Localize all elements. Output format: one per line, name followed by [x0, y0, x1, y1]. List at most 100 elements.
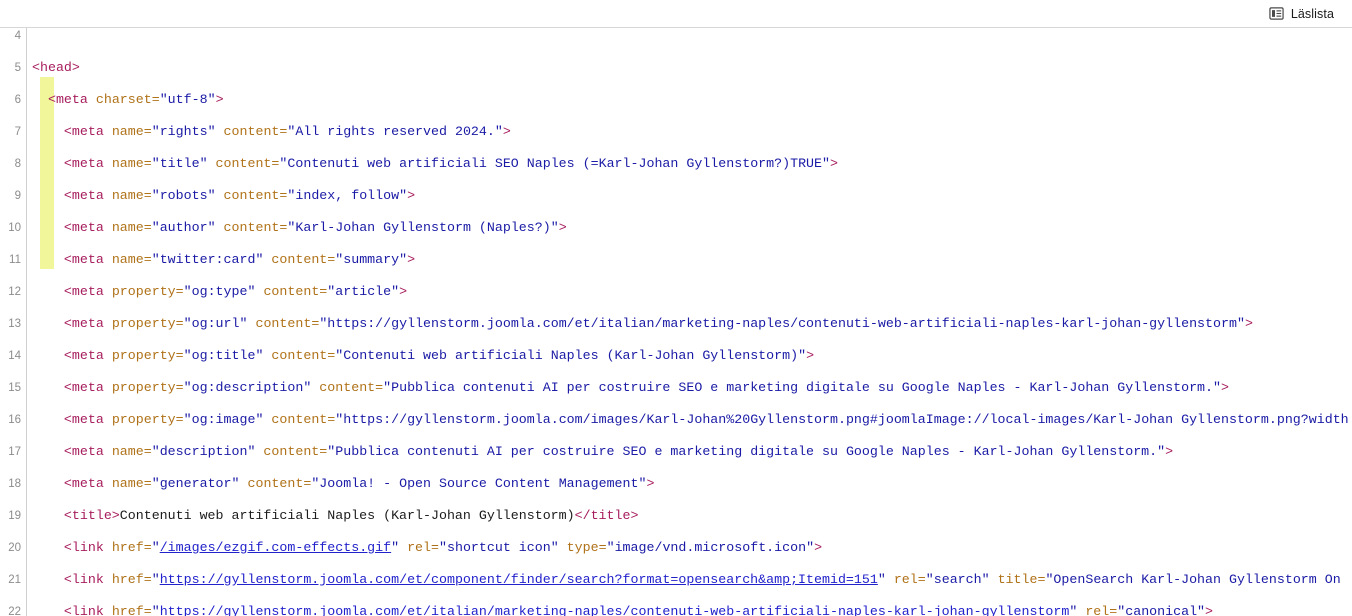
- code-token: property=: [111, 284, 184, 299]
- reading-list-button[interactable]: Läslista: [1265, 3, 1338, 25]
- code-token: name=: [111, 188, 152, 203]
- code-token: content=: [207, 156, 280, 171]
- code-line[interactable]: 8 <meta name="title" content="Contenuti …: [0, 156, 1352, 172]
- code-line[interactable]: 22 <link href="https://gyllenstorm.jooml…: [0, 604, 1352, 616]
- code-text: <meta property="og:url" content="https:/…: [32, 316, 1253, 332]
- code-token: "Karl-Johan Gyllenstorm (Naples?)": [287, 220, 559, 235]
- code-line[interactable]: 21 <link href="https://gyllenstorm.jooml…: [0, 572, 1352, 588]
- code-text: <meta property="og:type" content="articl…: [32, 284, 407, 300]
- line-number: 9: [14, 190, 21, 202]
- code-text: <title>Contenuti web artificiali Naples …: [32, 508, 639, 524]
- code-token: "og:url": [183, 316, 248, 331]
- code-token: ": [391, 540, 400, 555]
- reading-list-label: Läslista: [1290, 6, 1334, 21]
- code-token: <meta: [63, 220, 112, 235]
- code-token: href=: [111, 540, 152, 555]
- code-token: "robots": [151, 188, 216, 203]
- code-token: >: [215, 92, 224, 107]
- line-number: 20: [8, 542, 21, 554]
- code-token: >: [1165, 444, 1174, 459]
- source-link[interactable]: /images/ezgif.com-effects.gif: [160, 540, 391, 555]
- code-line[interactable]: 11 <meta name="twitter:card" content="su…: [0, 252, 1352, 268]
- line-number: 13: [8, 318, 21, 330]
- line-number: 10: [8, 222, 21, 234]
- code-token: content=: [255, 444, 328, 459]
- code-text: <meta name="rights" content="All rights …: [32, 124, 511, 140]
- code-token: property=: [111, 316, 184, 331]
- code-token: "Pubblica contenuti AI per costruire SEO…: [383, 380, 1221, 395]
- code-line[interactable]: 16 <meta property="og:image" content="ht…: [0, 412, 1352, 428]
- code-line[interactable]: 12 <meta property="og:type" content="art…: [0, 284, 1352, 300]
- code-token: rel=: [399, 540, 439, 555]
- code-text: <meta property="og:title" content="Conte…: [32, 348, 814, 364]
- code-token: content=: [247, 316, 320, 331]
- code-line[interactable]: 17 <meta name="description" content="Pub…: [0, 444, 1352, 460]
- code-token: "OpenSearch Karl-Johan Gyllenstorm On: [1045, 572, 1341, 587]
- code-line[interactable]: 10 <meta name="author" content="Karl-Joh…: [0, 220, 1352, 236]
- code-token: <title>: [63, 508, 120, 523]
- line-number: 4: [14, 30, 21, 42]
- code-token: >: [399, 284, 408, 299]
- code-token: <meta: [63, 476, 112, 491]
- code-token: name=: [111, 444, 152, 459]
- reading-list-icon: [1269, 6, 1284, 21]
- code-token: rel=: [1077, 604, 1118, 616]
- code-line[interactable]: 9 <meta name="robots" content="index, fo…: [0, 188, 1352, 204]
- code-token: "utf-8": [159, 92, 216, 107]
- code-line[interactable]: 13 <meta property="og:url" content="http…: [0, 316, 1352, 332]
- code-text: <head>: [32, 60, 80, 76]
- code-token: "article": [327, 284, 400, 299]
- code-line[interactable]: 5 <head>: [0, 60, 1352, 76]
- code-token: <link: [63, 540, 112, 555]
- line-number: 8: [14, 158, 21, 170]
- source-code-view[interactable]: 4 5 <head> 6 <meta charset="utf-8"> 7 <meta …: [0, 28, 1352, 616]
- code-lines-container[interactable]: 4 5 <head> 6 <meta charset="utf-8"> 7 <meta …: [0, 28, 1352, 616]
- code-token: "og:description": [183, 380, 312, 395]
- code-token: "Pubblica contenuti AI per costruire SEO…: [327, 444, 1166, 459]
- code-token: "summary": [335, 252, 408, 267]
- code-line[interactable]: 20 <link href= "/images/ezgif.com-effects…: [0, 540, 1352, 556]
- line-number: 6: [14, 94, 21, 106]
- code-line[interactable]: 14 <meta property="og:title" content="Co…: [0, 348, 1352, 364]
- code-line[interactable]: 18 <meta name="generator" content="Jooml…: [0, 476, 1352, 492]
- code-token: <meta: [63, 412, 112, 427]
- code-token: "index, follow": [287, 188, 408, 203]
- code-text: <meta name="author" content="Karl-Johan …: [32, 220, 567, 236]
- code-text: <meta name="description" content="Pubbli…: [32, 444, 1173, 460]
- source-link[interactable]: https://gyllenstorm.joomla.com/et/compon…: [160, 572, 878, 587]
- line-number: 5: [14, 62, 21, 74]
- code-token: href=: [111, 604, 152, 616]
- code-token: "generator": [151, 476, 240, 491]
- code-token: name=: [111, 220, 152, 235]
- code-text: <link href="https://gyllenstorm.joomla.c…: [32, 572, 1341, 588]
- code-token: name=: [111, 476, 152, 491]
- source-link[interactable]: https://gyllenstorm.joomla.com/et/italia…: [160, 604, 1070, 616]
- code-token: "og:type": [183, 284, 256, 299]
- code-token: >: [502, 124, 511, 139]
- code-line[interactable]: 4: [0, 28, 1352, 44]
- code-line[interactable]: 6 <meta charset="utf-8">: [0, 92, 1352, 108]
- code-token: name=: [111, 252, 152, 267]
- code-token: "Joomla! - Open Source Content Managemen…: [311, 476, 647, 491]
- code-token: >: [1244, 316, 1253, 331]
- code-line[interactable]: 7 <meta name="rights" content="All right…: [0, 124, 1352, 140]
- code-line[interactable]: 19 <title>Contenuti web artificiali Napl…: [0, 508, 1352, 524]
- line-number: 12: [8, 286, 21, 298]
- code-token: content=: [311, 380, 384, 395]
- browser-toolbar: Läslista: [0, 0, 1352, 28]
- code-token: >: [407, 188, 416, 203]
- code-text: <meta property="og:description" content=…: [32, 380, 1229, 396]
- code-token: "search": [925, 572, 990, 587]
- code-token: >: [1205, 604, 1214, 616]
- code-token: property=: [111, 380, 184, 395]
- code-token: ": [151, 604, 160, 616]
- line-number: 7: [14, 126, 21, 138]
- code-token: href=: [111, 572, 152, 587]
- code-line[interactable]: 15 <meta property="og:description" conte…: [0, 380, 1352, 396]
- code-token: "twitter:card": [151, 252, 264, 267]
- code-token: "rights": [151, 124, 216, 139]
- code-text: <meta name="robots" content="index, foll…: [32, 188, 415, 204]
- view-source-page: Läslista 4 5 <head> 6 <meta charset="utf-8"…: [0, 0, 1352, 616]
- code-token: <link: [63, 604, 112, 616]
- code-text: <link href="https://gyllenstorm.joomla.c…: [32, 604, 1213, 616]
